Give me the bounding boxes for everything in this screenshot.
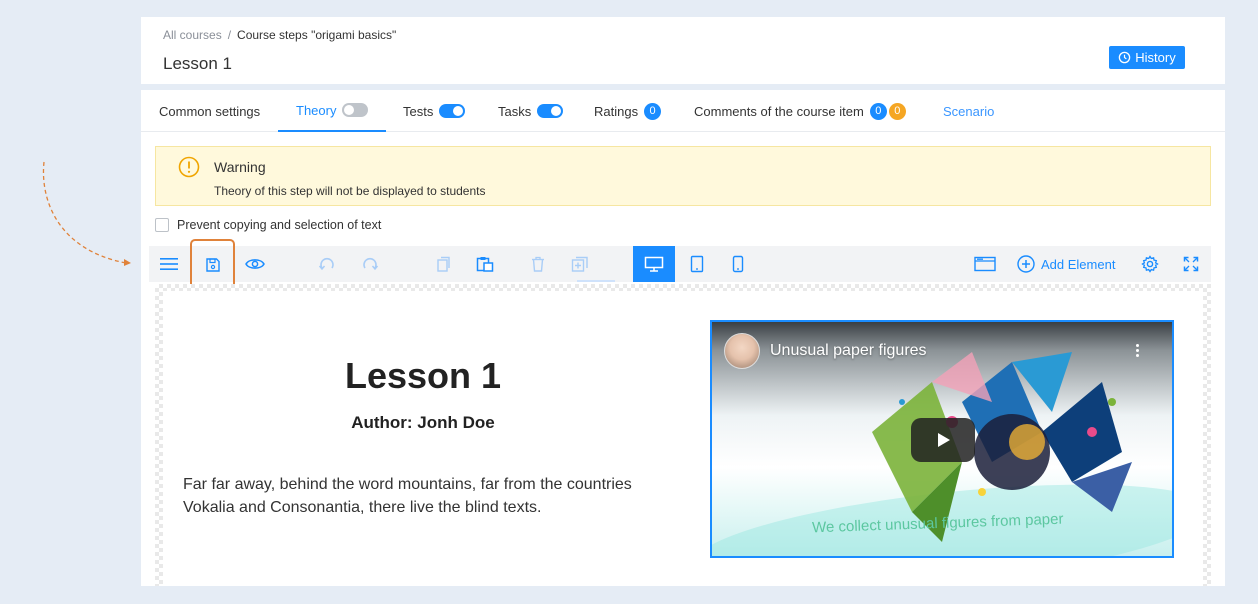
tab-ratings[interactable]: Ratings 0 [594,90,662,132]
duplicate-button[interactable] [560,246,600,282]
editor-toolbar: Add Element [149,239,1211,291]
copy-icon [437,256,450,272]
fullscreen-icon [1183,256,1199,272]
tab-label: Theory [296,102,337,118]
header-card: All courses / Course steps "origami basics… [141,17,1225,84]
warning-title: Warning [214,159,266,175]
tab-theory[interactable]: Theory [278,90,387,132]
tab-comments[interactable]: Comments of the course item 0 0 [694,90,906,132]
content-block[interactable]: Lesson 1 Author: Jonh Doe Far far away, … [163,291,1203,586]
prevent-copy-row: Prevent copying and selection of text [155,218,381,232]
warning-banner: Warning Theory of this step will not be … [155,146,1211,206]
content-canvas: Lesson 1 Author: Jonh Doe Far far away, … [155,284,1211,586]
play-icon [938,433,950,447]
desktop-view-button[interactable] [633,246,675,282]
add-circle-icon [1017,255,1035,273]
undo-icon [318,257,334,271]
breadcrumb: All courses / Course steps "origami basics… [163,28,396,42]
redo-button[interactable] [350,246,390,282]
history-button[interactable]: History [1109,46,1185,69]
add-element-label: Add Element [1041,256,1116,272]
lesson-heading: Lesson 1 [344,355,502,396]
comments-count-badge: 0 [869,102,887,120]
lesson-body-text: Far far away, behind the word mountains,… [183,476,632,516]
toolbar-indicator [577,280,615,282]
gear-icon [1141,255,1159,273]
tablet-icon [690,255,704,273]
mobile-view-button[interactable] [718,246,758,282]
warning-icon [178,156,200,178]
layout-window-button[interactable] [965,246,1005,282]
settings-button[interactable] [1130,246,1170,282]
warning-text: Theory of this step will not be displaye… [214,184,486,198]
fullscreen-button[interactable] [1171,246,1211,282]
paste-icon [476,257,494,272]
tests-toggle[interactable] [439,104,466,118]
tab-tasks[interactable]: Tasks [498,90,564,132]
video-menu-icon[interactable] [1136,344,1140,357]
desktop-icon [644,256,664,272]
breadcrumb-current: Course steps "origami basics" [237,28,397,42]
tab-label: Tasks [498,103,532,119]
play-button[interactable] [911,418,975,462]
history-icon [1119,51,1131,64]
trash-icon [532,256,544,272]
tab-scenario[interactable]: Scenario [943,90,994,132]
add-element-button[interactable]: Add Element [1017,246,1115,282]
delete-button[interactable] [518,246,558,282]
page-title: Lesson 1 [163,54,232,73]
ratings-count-badge: 0 [644,102,662,120]
video-embed[interactable]: Unusual paper figures We collect unusual… [710,320,1174,558]
tab-label: Ratings [594,103,639,119]
breadcrumb-separator: / [227,28,232,42]
tablet-view-button[interactable] [677,246,717,282]
comments-new-badge: 0 [888,102,906,120]
tasks-toggle[interactable] [537,104,564,118]
tab-bar: Common settings Theory Tests Tasks Ratin… [141,90,1225,132]
preview-button[interactable] [235,246,275,282]
theory-toggle[interactable] [342,103,369,117]
mobile-icon [732,255,744,273]
paste-button[interactable] [465,246,505,282]
redo-icon [363,257,379,271]
tab-label: Common settings [159,103,261,119]
prevent-copy-label: Prevent copying and selection of text [177,218,382,232]
save-button[interactable] [190,239,235,291]
tab-label: Scenario [943,103,995,119]
history-label: History [1135,50,1176,65]
breadcrumb-all-courses[interactable]: All courses [163,28,222,42]
lesson-author: Author: Jonh Doe [351,413,495,432]
video-title[interactable]: Unusual paper figures [770,342,927,360]
menu-button[interactable] [149,246,189,282]
main-card: Common settings Theory Tests Tasks Ratin… [141,90,1225,586]
window-icon [974,256,996,272]
save-icon [205,258,220,272]
eye-icon [245,259,265,269]
menu-icon [160,258,178,270]
prevent-copy-checkbox[interactable] [155,218,169,232]
channel-avatar[interactable] [724,333,760,369]
tab-tests[interactable]: Tests [403,90,466,132]
tab-label: Comments of the course item [694,103,864,119]
copy-button[interactable] [423,246,463,282]
annotation-arrow [42,161,131,266]
tab-common-settings[interactable]: Common settings [159,90,260,132]
duplicate-icon [571,256,588,272]
undo-button[interactable] [307,246,347,282]
tab-label: Tests [403,103,434,119]
